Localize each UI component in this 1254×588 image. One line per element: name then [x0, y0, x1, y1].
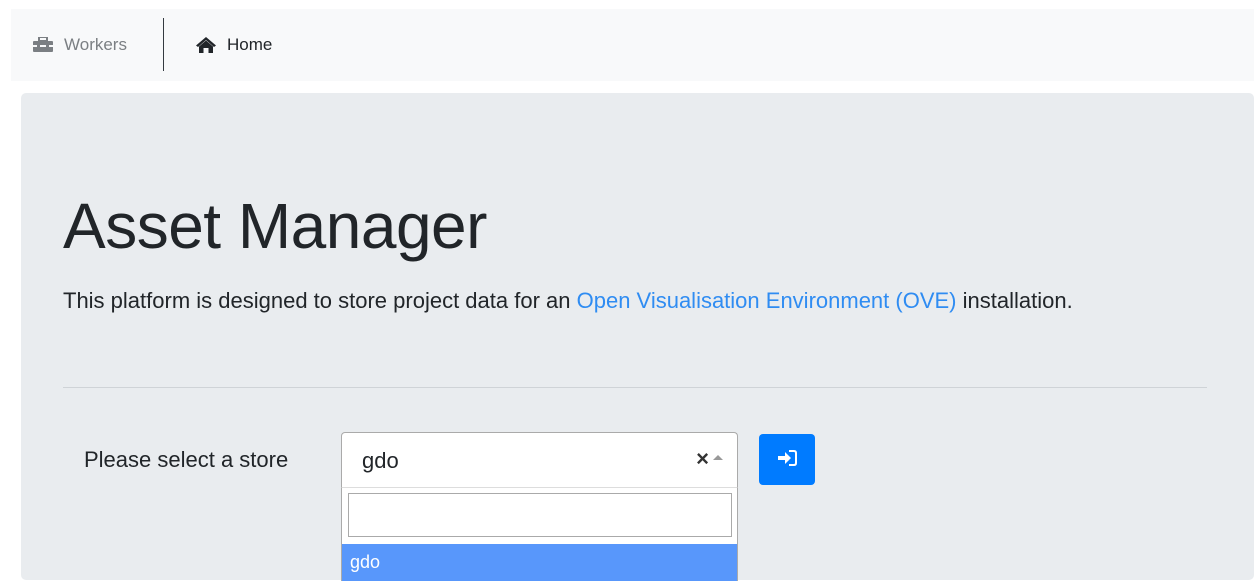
store-select-label: Please select a store: [84, 447, 289, 472]
page-title: Asset Manager: [63, 190, 487, 262]
lead-paragraph: This platform is designed to store proje…: [63, 281, 1163, 321]
dropdown-option[interactable]: gdo: [342, 544, 737, 581]
clear-selection-icon[interactable]: ×: [696, 446, 709, 472]
dropdown-search-input[interactable]: [348, 493, 732, 537]
divider: [63, 387, 1207, 388]
caret-up-icon[interactable]: [713, 455, 723, 460]
nav-workers-label: Workers: [64, 35, 127, 54]
toolbox-icon: [32, 36, 56, 54]
ove-link[interactable]: Open Visualisation Environment (OVE): [577, 288, 957, 313]
sign-in-icon: [777, 450, 797, 469]
nav-home-label: Home: [227, 35, 273, 54]
lead-text-end: installation.: [956, 288, 1073, 313]
nav-separator: [163, 18, 164, 71]
top-navbar: Workers Home: [11, 9, 1254, 81]
store-dropdown: gdo: [341, 488, 738, 581]
lead-text: This platform is designed to store proje…: [63, 288, 577, 313]
store-select-value: gdo: [362, 448, 399, 473]
go-button[interactable]: [759, 434, 815, 485]
nav-home-link[interactable]: Home: [195, 9, 272, 81]
home-icon: [195, 36, 219, 54]
jumbotron: Asset Manager This platform is designed …: [21, 93, 1254, 581]
store-select[interactable]: gdo ×: [341, 432, 738, 488]
nav-workers-link[interactable]: Workers: [32, 9, 127, 81]
